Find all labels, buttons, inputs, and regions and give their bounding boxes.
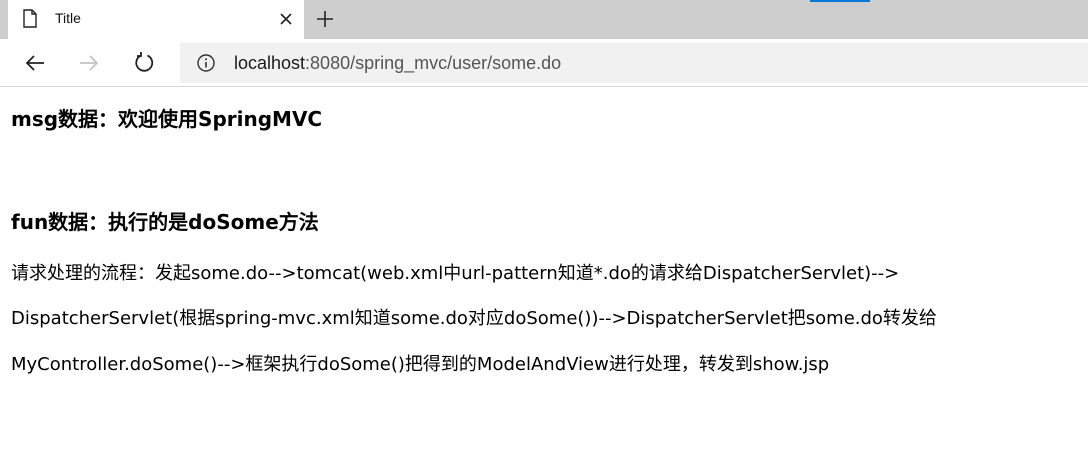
url-host: localhost: [234, 53, 306, 73]
browser-tab[interactable]: Title: [8, 0, 304, 39]
flow-line-3: MyController.doSome()-->框架执行doSome()把得到的…: [11, 354, 830, 375]
fun-heading: fun数据：执行的是doSome方法: [11, 210, 319, 234]
page-icon: [23, 9, 37, 28]
flow-line-1: 请求处理的流程：发起some.do-->tomcat(web.xml中url-p…: [11, 263, 900, 284]
tab-strip: Title: [0, 0, 1088, 39]
flow-line-2: DispatcherServlet(根据spring-mvc.xml知道some…: [11, 308, 937, 329]
forward-arrow-icon[interactable]: [77, 51, 101, 75]
refresh-icon[interactable]: [132, 51, 156, 75]
msg-heading: msg数据：欢迎使用SpringMVC: [11, 107, 323, 131]
close-tab-icon[interactable]: [278, 11, 294, 27]
url-path: :8080/spring_mvc/user/some.do: [305, 53, 562, 73]
tabstrip-accent: [810, 0, 870, 2]
url-text[interactable]: localhost:8080/spring_mvc/user/some.do: [234, 53, 561, 74]
navigation-bar: localhost:8080/spring_mvc/user/some.do: [0, 39, 1088, 87]
address-bar[interactable]: localhost:8080/spring_mvc/user/some.do: [180, 43, 1088, 83]
new-tab-icon[interactable]: [314, 8, 336, 30]
tab-title: Title: [55, 10, 81, 26]
info-icon[interactable]: [196, 53, 216, 73]
back-arrow-icon[interactable]: [23, 51, 47, 75]
